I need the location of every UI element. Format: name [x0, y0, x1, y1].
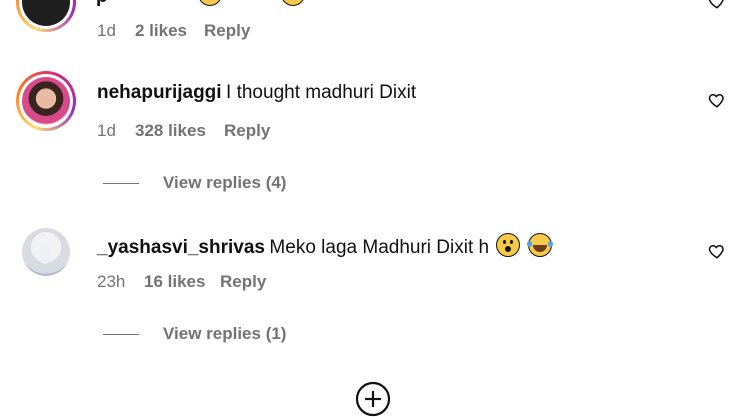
- comment-username[interactable]: _yashasvi_shrivas: [97, 237, 265, 258]
- like-heart-icon[interactable]: [708, 91, 726, 109]
- comment-likes[interactable]: 16 likes: [144, 272, 205, 292]
- comment-meta: 23h 16 likes Reply: [97, 272, 297, 292]
- view-replies-button[interactable]: View replies (1): [163, 324, 286, 344]
- view-replies-button[interactable]: View replies (4): [163, 173, 286, 193]
- like-heart-icon[interactable]: [708, 242, 726, 260]
- comment-time: 1d: [97, 21, 116, 40]
- like-heart-icon[interactable]: [708, 0, 726, 10]
- comment-username[interactable]: nehapurijaggi: [97, 82, 222, 103]
- hushed-face-emoji: [495, 233, 520, 257]
- comment-username[interactable]: p: [96, 0, 108, 8]
- reply-button[interactable]: Reply: [220, 272, 266, 292]
- avatar[interactable]: [22, 228, 70, 276]
- add-circle-icon[interactable]: [355, 381, 391, 417]
- comment-emoji-row: p ♦ ♦: [96, 0, 316, 8]
- comment-time: 1d: [97, 121, 116, 140]
- comment-meta: 1d 328 likes Reply: [97, 121, 297, 141]
- comment-text: I thought madhuri Dixit: [226, 82, 417, 103]
- avatar[interactable]: [16, 0, 76, 32]
- laughing-tears-emoji: [526, 233, 553, 257]
- comment-meta: 1d 2 likes Reply: [97, 21, 250, 41]
- comment-likes[interactable]: 328 likes: [135, 121, 206, 141]
- comment-text: Meko laga Madhuri Dixit h: [269, 237, 490, 258]
- reply-button[interactable]: Reply: [224, 121, 270, 141]
- replies-divider: [103, 183, 139, 184]
- replies-divider: [103, 334, 139, 335]
- avatar[interactable]: [16, 71, 76, 131]
- comment-time: 23h: [97, 272, 126, 291]
- comment-likes[interactable]: 2 likes: [135, 21, 187, 41]
- avatar-photo: [22, 77, 70, 125]
- reply-button[interactable]: Reply: [204, 21, 250, 41]
